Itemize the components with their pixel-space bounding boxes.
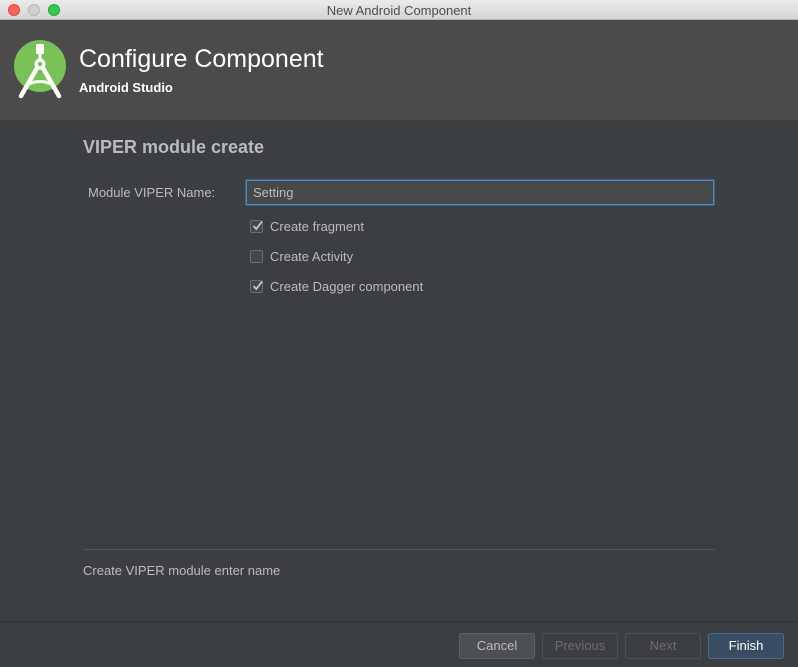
footer-divider [0, 621, 798, 622]
create-fragment-label: Create fragment [270, 218, 364, 234]
next-button[interactable]: Next [625, 633, 701, 659]
checkbox-box[interactable] [250, 219, 263, 233]
create-fragment-checkbox[interactable]: Create fragment [250, 218, 364, 234]
window-title: New Android Component [326, 3, 472, 18]
android-studio-icon [14, 40, 66, 99]
status-message: Create VIPER module enter name [83, 563, 281, 578]
wizard-header: Configure Component Android Studio [0, 20, 798, 120]
create-activity-checkbox[interactable]: Create Activity [250, 248, 353, 264]
finish-button[interactable]: Finish [708, 633, 784, 659]
checkmark-icon [252, 280, 263, 290]
create-activity-label: Create Activity [270, 248, 354, 264]
page-subtitle: Android Studio [79, 80, 173, 95]
create-dagger-component-label: Create Dagger component [270, 278, 424, 294]
previous-button[interactable]: Previous [542, 633, 618, 659]
window-titlebar: New Android Component [0, 0, 798, 20]
checkbox-box[interactable] [250, 279, 263, 293]
checkmark-icon [252, 220, 263, 230]
status-divider [83, 549, 715, 550]
page-title: Configure Component [79, 45, 324, 73]
section-title: VIPER module create [83, 137, 265, 157]
checkbox-box[interactable] [250, 249, 263, 263]
cancel-button[interactable]: Cancel [459, 633, 535, 659]
module-name-input[interactable] [246, 180, 714, 205]
create-dagger-component-checkbox[interactable]: Create Dagger component [250, 278, 423, 294]
module-name-label: Module VIPER Name: [88, 185, 216, 200]
